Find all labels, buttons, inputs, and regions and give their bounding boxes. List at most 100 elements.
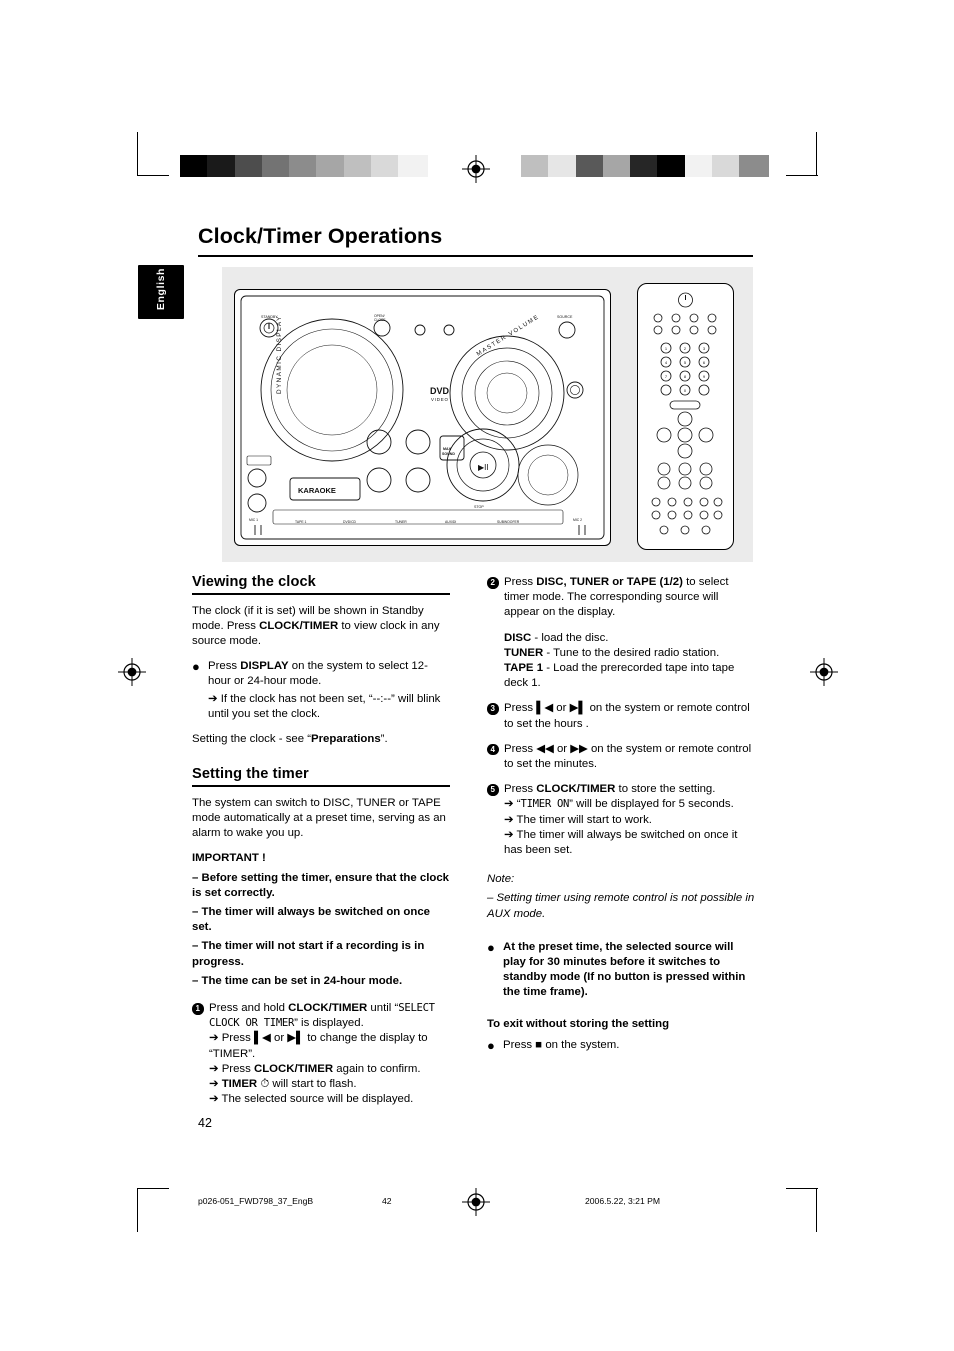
- bullet-dot-icon: ●: [192, 659, 200, 675]
- registration-mark-left: [118, 658, 146, 686]
- s1-d: ” is displayed.: [294, 1017, 364, 1030]
- scr-c: ”.: [380, 733, 388, 746]
- color-bar-right: [521, 155, 769, 177]
- svg-text:0: 0: [684, 388, 687, 393]
- s5-arrow-1a: ➔ “: [504, 798, 521, 811]
- s2-disc-text: - load the disc.: [531, 631, 609, 644]
- page-number: 42: [198, 1116, 212, 1130]
- step-4: 4 Press ◀◀ or ▶▶ on the system or remote…: [487, 742, 755, 772]
- svg-text:TAPE 1: TAPE 1: [295, 520, 307, 524]
- svg-text:7: 7: [665, 374, 668, 379]
- s5-arrow-2: ➔ The timer will start to work.: [504, 813, 652, 826]
- step-1-number: 1: [192, 1003, 204, 1015]
- title-divider: [198, 255, 753, 257]
- svg-text:KARAOKE: KARAOKE: [298, 486, 336, 495]
- step-2-body: Press DISC, TUNER or TAPE (1/2) to selec…: [504, 575, 755, 691]
- s2-tuner-text: - Tune to the desired radio station.: [543, 646, 720, 659]
- svg-text:DYNAMIC DISPLAY: DYNAMIC DISPLAY: [276, 315, 283, 394]
- svg-text:MAX: MAX: [443, 447, 452, 451]
- step-3-number: 3: [487, 703, 499, 715]
- svg-text:STOP: STOP: [474, 505, 484, 509]
- note-text: – Setting timer using remote control is …: [487, 892, 755, 920]
- important-item-1: – The timer will always be switched on o…: [192, 906, 431, 934]
- svg-text:8: 8: [684, 374, 687, 379]
- svg-text:AUX/DI: AUX/DI: [445, 520, 456, 524]
- svg-text:SOUND: SOUND: [442, 452, 455, 456]
- crop-mark-top-right-v: [816, 132, 818, 176]
- vcb-text-a: Press: [208, 660, 241, 673]
- viewing-clock-bullet-body: Press DISPLAY on the system to select 12…: [208, 659, 450, 722]
- svg-text:MASTER VOLUME: MASTER VOLUME: [476, 314, 541, 358]
- step-2: 2 Press DISC, TUNER or TAPE (1/2) to sel…: [487, 575, 755, 691]
- important-title: IMPORTANT !: [192, 851, 450, 866]
- svg-text:3: 3: [703, 346, 706, 351]
- important-item-2: – The timer will not start if a recordin…: [192, 940, 425, 968]
- s1-arrow-4: ➔ The selected source will be displayed.: [209, 1093, 414, 1106]
- s2-source-buttons: DISC, TUNER or TAPE (1/2): [536, 576, 683, 588]
- svg-text:1: 1: [665, 346, 668, 351]
- s2-tape-line: TAPE 1 - Load the prerecorded tape into …: [504, 661, 755, 691]
- svg-text:2: 2: [684, 346, 687, 351]
- vcb-arrow-note: ➔ If the clock has not been set, “--:--”…: [208, 692, 441, 720]
- system-unit-svg: DYNAMIC DISPLAY MASTER VOLUME DVD VIDEO …: [240, 295, 605, 540]
- registration-mark-bottom: [462, 1188, 490, 1216]
- svg-text:STANDBY: STANDBY: [261, 315, 278, 319]
- s1-arrow-2b: CLOCK/TIMER: [254, 1062, 334, 1075]
- step-1: 1 Press and hold CLOCK/TIMER until “SELE…: [192, 1001, 450, 1107]
- step-5-number-badge: 5: [487, 782, 504, 858]
- svg-text:5: 5: [684, 360, 687, 365]
- crop-mark-top-left-h: [137, 175, 169, 177]
- vc-clock-timer-label: CLOCK/TIMER: [259, 619, 339, 632]
- exit-bullet: ● Press ■ on the system.: [487, 1038, 755, 1053]
- left-text-column: Viewing the clock The clock (if it is se…: [192, 574, 450, 1117]
- important-item-0: – Before setting the timer, ensure that …: [192, 871, 449, 899]
- page-title: Clock/Timer Operations: [198, 224, 443, 248]
- svg-text:SUBWOOFER: SUBWOOFER: [497, 520, 520, 524]
- footer-page-center: 42: [382, 1196, 392, 1206]
- step-5-number: 5: [487, 784, 499, 796]
- step-1-number-badge: 1: [192, 1001, 209, 1107]
- step-5-body: Press CLOCK/TIMER to store the setting. …: [504, 782, 755, 858]
- crop-mark-bottom-left-h: [137, 1188, 169, 1190]
- vcb-display-label: DISPLAY: [240, 660, 289, 673]
- crop-mark-top-left-v: [137, 132, 139, 176]
- system-unit-illustration: DYNAMIC DISPLAY MASTER VOLUME DVD VIDEO …: [234, 289, 611, 546]
- s1-a: Press and hold: [209, 1002, 289, 1015]
- footer-filename: p026-051_FWD798_37_EngB: [198, 1196, 314, 1206]
- svg-text:DVD/CD: DVD/CD: [343, 520, 357, 524]
- s5-lcd-timer-on: TIMER ON: [520, 798, 570, 811]
- svg-text:CLOSE: CLOSE: [374, 318, 386, 322]
- step-3-body: Press ▌◀ or ▶▌ on the system or remote c…: [504, 702, 750, 730]
- language-tab: English: [138, 265, 184, 319]
- s2-disc-line: DISC - load the disc.: [504, 631, 755, 646]
- s1-arrow-2a: ➔ Press: [209, 1062, 254, 1075]
- heading-rule-1: [192, 593, 450, 595]
- heading-setting-the-timer: Setting the timer: [192, 766, 309, 783]
- step-2-number: 2: [487, 577, 499, 589]
- bullet-dot-icon-3: ●: [487, 1037, 495, 1053]
- s1-c: until “: [367, 1002, 399, 1015]
- heading-rule-2: [192, 785, 450, 787]
- step-4-body: Press ◀◀ or ▶▶ on the system or remote c…: [504, 742, 752, 771]
- s1-timer-label: TIMER: [221, 1078, 258, 1091]
- right-text-column: 2 Press DISC, TUNER or TAPE (1/2) to sel…: [487, 575, 755, 1063]
- bullet-dot-icon-2: ●: [487, 939, 495, 955]
- step-1-body: Press and hold CLOCK/TIMER until “SELECT…: [209, 1001, 450, 1107]
- s5-arrow-1: ➔ “TIMER ON” will be displayed for 5 sec…: [504, 797, 755, 812]
- remote-control-svg: 1 2 3 4 5 6 7 8 9 0: [651, 292, 723, 535]
- setting-clock-reference: Setting the clock - see “Preparations”.: [192, 732, 450, 747]
- important-title-text: IMPORTANT !: [192, 852, 266, 865]
- registration-mark-top: [462, 155, 490, 183]
- svg-text:6: 6: [703, 360, 706, 365]
- color-bar-left: [180, 155, 428, 177]
- svg-text:VIDEO: VIDEO: [431, 397, 449, 402]
- note-title: Note:: [487, 873, 515, 886]
- s5-c: to store the setting.: [615, 783, 716, 796]
- ex-a: Press: [503, 1038, 536, 1051]
- setting-timer-intro: The system can switch to DISC, TUNER or …: [192, 796, 446, 840]
- ex-c: on the system.: [542, 1038, 620, 1051]
- s1-arrow-3a: ➔: [209, 1078, 222, 1091]
- crop-mark-bottom-left-v: [137, 1188, 139, 1232]
- s2-a: Press: [504, 576, 537, 588]
- s1-clock-timer: CLOCK/TIMER: [288, 1002, 368, 1015]
